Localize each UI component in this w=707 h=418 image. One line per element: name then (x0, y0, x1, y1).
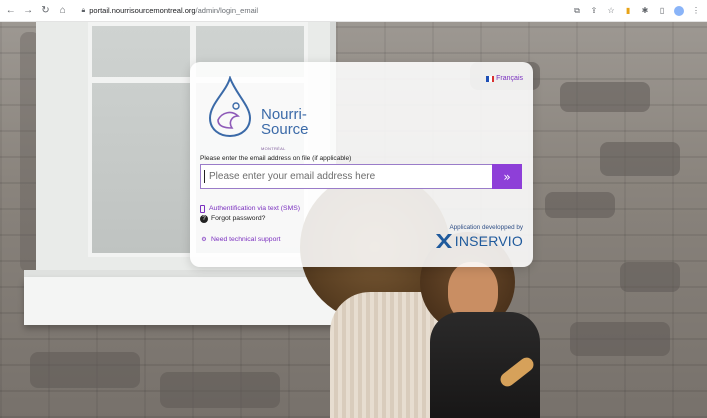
developer-credit: Application developped by INSERVIO (435, 224, 523, 249)
browser-toolbar: ← → ↻ ⌂ 🔒︎ portail.nourrisourcemontreal.… (0, 0, 707, 22)
email-input[interactable] (200, 164, 492, 189)
home-icon[interactable]: ⌂ (56, 4, 69, 18)
nourri-source-logo: Nourri- Source MONTRÉAL (202, 74, 312, 151)
translate-icon[interactable]: ⧉ (572, 6, 582, 16)
url-host: portail.nourrisourcemontreal.org (89, 6, 196, 15)
kebab-menu-icon[interactable]: ⋮ (691, 6, 701, 16)
arrow-right-icon[interactable]: → (21, 4, 34, 18)
reload-icon[interactable]: ↻ (39, 4, 52, 18)
background-photo: Français Nourri- Source MONTRÉAL Please … (0, 22, 707, 418)
forgot-password-link[interactable]: ? Forgot password? (200, 214, 300, 224)
sms-auth-label: Authentification via text (SMS) (209, 205, 301, 212)
help-links: Authentification via text (SMS) ? Forgot… (200, 204, 300, 245)
login-card: Français Nourri- Source MONTRÉAL Please … (190, 62, 533, 267)
french-flag-icon (486, 75, 495, 82)
url-path: /admin/login_email (195, 6, 259, 15)
question-icon: ? (200, 215, 208, 223)
sms-auth-link[interactable]: Authentification via text (SMS) (200, 204, 300, 214)
arrow-left-icon[interactable]: ← (4, 4, 17, 18)
logo-sub: MONTRÉAL (261, 146, 286, 151)
logo-line2: Source (261, 121, 309, 138)
double-chevron-right-icon: » (503, 169, 511, 184)
support-icon: ⚙ (201, 237, 207, 243)
profile-avatar[interactable] (674, 5, 685, 16)
phone-icon (200, 205, 205, 213)
share-icon[interactable]: ⇪ (589, 6, 599, 16)
sidebar-icon[interactable]: ▯ (657, 6, 667, 16)
lock-icon: 🔒︎ (81, 6, 86, 14)
technical-support-label: Need technical support (211, 236, 281, 243)
language-switch[interactable]: Français (486, 75, 523, 82)
address-bar[interactable]: 🔒︎ portail.nourrisourcemontreal.org /adm… (76, 2, 573, 20)
logo-line1: Nourri- (261, 106, 307, 123)
developer-label: Application developped by (449, 224, 523, 231)
forgot-password-label: Forgot password? (211, 215, 266, 222)
technical-support-link[interactable]: ⚙ Need technical support (200, 235, 300, 245)
language-label: Français (496, 75, 523, 82)
email-row: » (200, 164, 522, 189)
email-prompt: Please enter the email address on file (… (200, 155, 352, 162)
inservio-mark-icon (435, 234, 452, 248)
puzzle-icon[interactable]: ✱ (640, 6, 650, 16)
text-caret (204, 170, 205, 183)
extension-icon[interactable]: ▮ (623, 6, 633, 16)
bookmark-star-icon[interactable]: ☆ (606, 6, 616, 16)
submit-button[interactable]: » (492, 164, 522, 189)
inservio-name: INSERVIO (454, 233, 523, 249)
drop-logo-icon (208, 74, 252, 138)
inservio-logo[interactable]: INSERVIO (435, 233, 523, 249)
